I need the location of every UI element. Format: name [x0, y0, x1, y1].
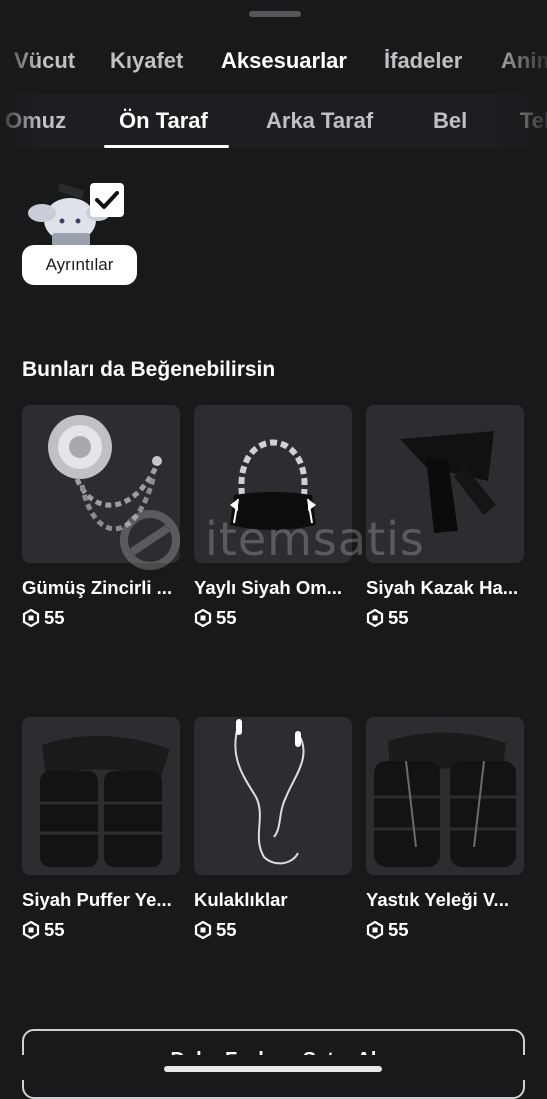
item-card[interactable]: Siyah Puffer Ye... 55 — [22, 717, 180, 941]
item-thumbnail[interactable] — [194, 717, 352, 875]
item-name: Kulaklıklar — [194, 889, 288, 910]
robux-icon — [194, 609, 212, 627]
subtab-arka-taraf[interactable]: Arka Taraf — [266, 94, 373, 148]
item-name: Gümüş Zincirli ... — [22, 577, 173, 598]
item-name: Siyah Kazak Ha... — [366, 577, 519, 598]
item-price: 55 — [194, 607, 352, 629]
price-value: 55 — [44, 607, 65, 628]
tab-animasyonlar[interactable]: Animasyonlar — [501, 36, 547, 86]
item-price: 55 — [366, 607, 524, 629]
active-subtab-underline — [104, 145, 229, 148]
item-price: 55 — [366, 919, 524, 941]
robux-icon — [366, 609, 384, 627]
tab-aksesuarlar[interactable]: Aksesuarlar — [221, 36, 347, 86]
subcategory-tabs: Omuz Ön Taraf Arka Taraf Bel Tekrar — [0, 94, 547, 148]
item-name: Siyah Puffer Ye... — [22, 889, 172, 910]
category-tabs: Vücut Kıyafet Aksesuarlar İfadeler Anima… — [0, 36, 547, 86]
subtab-on-taraf[interactable]: Ön Taraf — [119, 94, 208, 148]
subtab-omuz[interactable]: Omuz — [5, 94, 66, 148]
item-card[interactable]: Yaylı Siyah Om... 55 — [194, 405, 352, 629]
details-button[interactable]: Ayrıntılar — [22, 245, 137, 285]
item-thumbnail[interactable] — [22, 405, 180, 563]
subtab-bel[interactable]: Bel — [433, 94, 467, 148]
checkmark-icon — [95, 191, 119, 209]
subtab-tekrar[interactable]: Tekrar — [520, 94, 547, 148]
item-card[interactable]: Gümüş Zincirli ... 55 — [22, 405, 180, 629]
price-value: 55 — [388, 919, 409, 940]
item-price: 55 — [194, 919, 352, 941]
earphones-icon — [234, 719, 305, 865]
robux-icon — [194, 921, 212, 939]
home-indicator[interactable] — [164, 1066, 382, 1072]
price-value: 55 — [388, 607, 409, 628]
item-card[interactable]: Siyah Kazak Ha... 55 — [366, 405, 524, 629]
item-name: Yastık Yeleği V... — [366, 889, 509, 910]
item-card[interactable]: Kulaklıklar 55 — [194, 717, 352, 941]
tab-vucut[interactable]: Vücut — [14, 36, 75, 86]
item-name: Yaylı Siyah Om... — [194, 577, 343, 598]
robux-icon — [22, 921, 40, 939]
item-thumbnail[interactable] — [22, 717, 180, 875]
item-thumbnail[interactable] — [366, 717, 524, 875]
item-price: 55 — [22, 919, 180, 941]
item-thumbnail[interactable] — [194, 405, 352, 563]
drag-handle[interactable] — [249, 11, 301, 17]
puffer-vest-icon — [40, 735, 170, 867]
price-value: 55 — [44, 919, 65, 940]
item-card[interactable]: Yastık Yeleği V... 55 — [366, 717, 524, 941]
price-value: 55 — [216, 919, 237, 940]
black-bag-icon — [230, 439, 316, 530]
robux-icon — [366, 921, 384, 939]
recommendations-title: Bunları da Beğenebilirsin — [22, 358, 276, 381]
tab-kiyafet[interactable]: Kıyafet — [110, 36, 183, 86]
black-sweater-icon — [400, 431, 496, 533]
equipped-checkbox[interactable] — [90, 183, 124, 217]
silver-rose-chain-icon — [48, 415, 162, 532]
item-thumbnail[interactable] — [366, 405, 524, 563]
item-price: 55 — [22, 607, 180, 629]
pillow-vest-icon — [374, 732, 516, 867]
price-value: 55 — [216, 607, 237, 628]
tab-ifadeler[interactable]: İfadeler — [384, 36, 462, 86]
robux-icon — [22, 609, 40, 627]
